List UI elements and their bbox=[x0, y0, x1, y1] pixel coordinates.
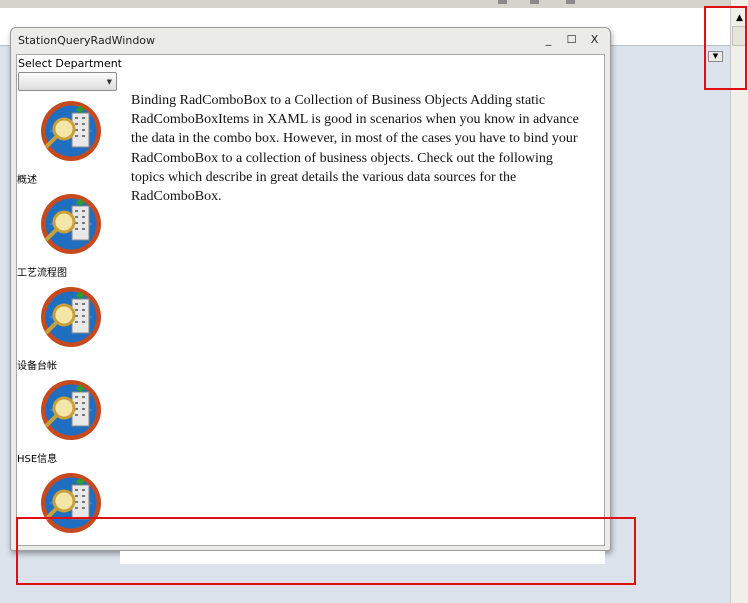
nav-column[interactable]: Select Department ▼ 概述 工艺流程图 设备台帐 HSE信息 bbox=[17, 55, 123, 545]
maximize-button[interactable]: ☐ bbox=[564, 32, 579, 47]
description-text: Binding RadComboBox to a Collection of B… bbox=[131, 93, 579, 205]
nav-item-label: HSE信息 bbox=[17, 454, 58, 465]
department-combobox[interactable]: ▼ bbox=[18, 72, 117, 91]
station-query-window: StationQueryRadWindow _ ☐ X Select Depar… bbox=[10, 27, 611, 551]
toolbar-icon[interactable] bbox=[498, 0, 507, 4]
highlight-box-scrollbar bbox=[704, 6, 747, 90]
nav-item-label: 设备台帐 bbox=[17, 361, 57, 372]
building-search-icon bbox=[41, 380, 101, 440]
department-label: Select Department bbox=[18, 57, 122, 70]
chevron-down-icon[interactable]: ▼ bbox=[107, 79, 112, 86]
building-search-icon bbox=[41, 101, 101, 161]
window-title: StationQueryRadWindow bbox=[18, 34, 156, 47]
nav-item-label: 概述 bbox=[17, 175, 37, 186]
top-toolbar-strip bbox=[0, 0, 730, 8]
nav-item-equipment-ledger[interactable]: 设备台帐 bbox=[17, 285, 123, 378]
vertical-scrollbar[interactable]: ▲ bbox=[730, 0, 748, 603]
nav-item-process-flow[interactable]: 工艺流程图 bbox=[17, 192, 123, 285]
nav-item-hse-info[interactable]: HSE信息 bbox=[17, 378, 123, 471]
close-button[interactable]: X bbox=[587, 32, 602, 47]
highlight-box-window-bottom bbox=[16, 517, 636, 585]
building-search-icon bbox=[41, 194, 101, 254]
nav-item-overview[interactable]: 概述 bbox=[17, 99, 123, 192]
window-titlebar[interactable]: StationQueryRadWindow _ ☐ X bbox=[11, 28, 610, 53]
building-search-icon bbox=[41, 287, 101, 347]
toolbar-icon[interactable] bbox=[566, 0, 575, 4]
nav-item-label: 工艺流程图 bbox=[17, 268, 67, 279]
minimize-button[interactable]: _ bbox=[541, 32, 556, 47]
window-content: Select Department ▼ 概述 工艺流程图 设备台帐 HSE信息 … bbox=[16, 54, 605, 546]
toolbar-icon[interactable] bbox=[530, 0, 539, 4]
